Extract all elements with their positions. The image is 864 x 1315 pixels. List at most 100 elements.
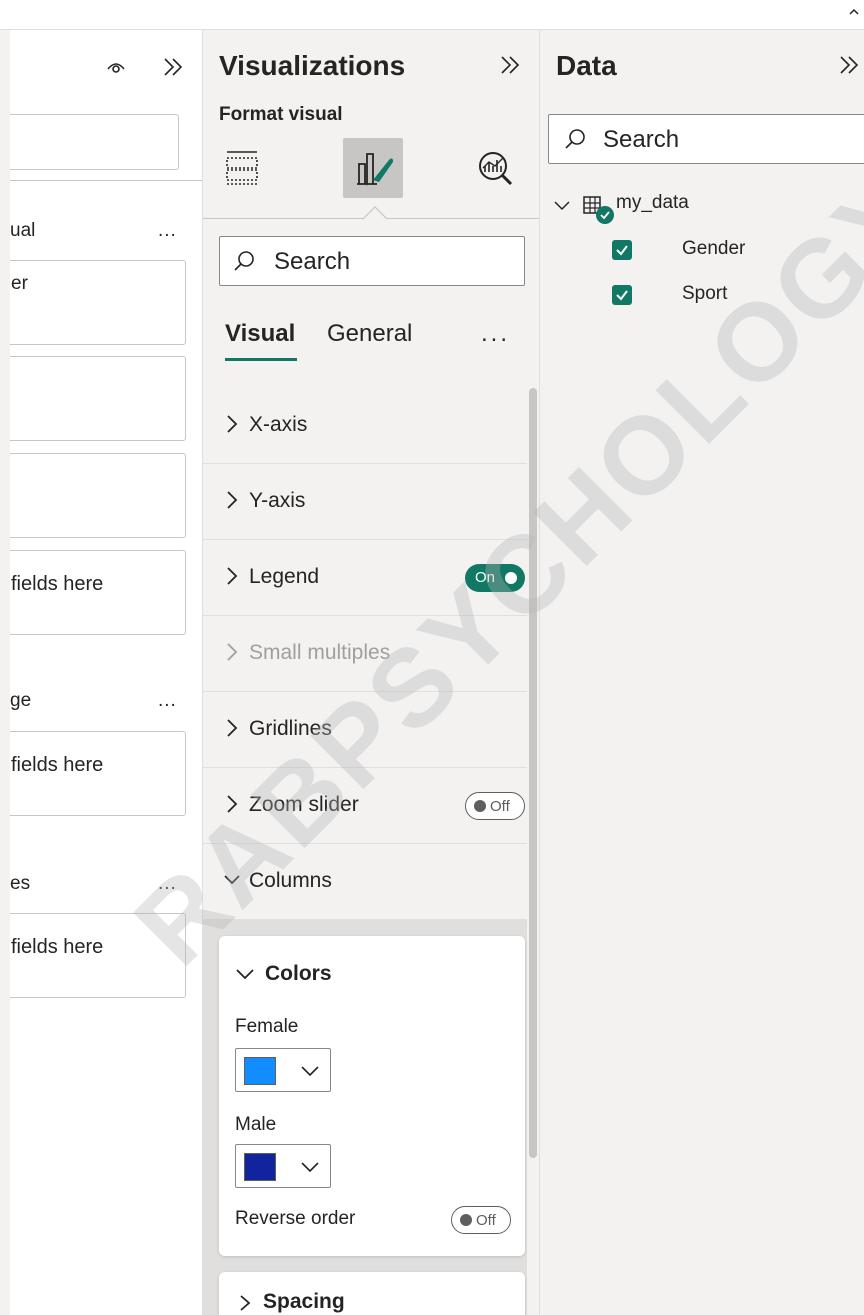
reverse-order-toggle[interactable]: Off bbox=[451, 1206, 511, 1234]
section-y-axis[interactable]: Y-axis bbox=[203, 464, 527, 540]
expand-pane-icon[interactable] bbox=[497, 52, 523, 78]
field-well[interactable] bbox=[10, 356, 186, 441]
tab-visual[interactable]: Visual bbox=[225, 320, 295, 348]
section-x-axis[interactable]: X-axis bbox=[203, 388, 527, 464]
divider bbox=[10, 180, 202, 181]
colors-title: Colors bbox=[265, 962, 332, 985]
scrollbar-thumb[interactable] bbox=[529, 388, 537, 1158]
field-well[interactable]: er bbox=[10, 260, 186, 345]
section-gridlines[interactable]: Gridlines bbox=[203, 692, 527, 768]
chevron-right-icon bbox=[227, 491, 238, 509]
top-bar bbox=[0, 0, 864, 30]
columns-section-body: Colors Female Male Reverse order Off Spa… bbox=[203, 920, 527, 1315]
section-label: X-axis bbox=[249, 413, 308, 436]
section-label: Y-axis bbox=[249, 489, 306, 512]
search-placeholder: Search bbox=[603, 126, 680, 153]
section-label: Legend bbox=[249, 565, 320, 588]
field-well-text: fields here bbox=[11, 573, 104, 595]
chevron-down-icon bbox=[301, 1162, 319, 1173]
left-search-input[interactable] bbox=[10, 114, 179, 170]
active-tab-indicator bbox=[225, 358, 297, 361]
toggle-state-text: Off bbox=[490, 798, 510, 815]
chevron-right-icon bbox=[227, 795, 238, 813]
build-visual-button[interactable] bbox=[215, 138, 275, 198]
eye-icon[interactable] bbox=[105, 56, 127, 78]
chevron-down-icon[interactable] bbox=[554, 200, 570, 212]
format-visual-button[interactable] bbox=[343, 138, 403, 198]
search-icon bbox=[234, 251, 254, 271]
format-search-input[interactable]: Search bbox=[219, 236, 525, 286]
spacing-label: Spacing bbox=[263, 1290, 345, 1313]
toggle-knob bbox=[474, 800, 486, 812]
chevron-right-icon bbox=[227, 719, 238, 737]
chevron-right-icon bbox=[240, 1295, 251, 1311]
toggle-state-text: On bbox=[475, 569, 496, 586]
visualizations-title: Visualizations bbox=[219, 50, 406, 81]
male-color-label: Male bbox=[235, 1114, 277, 1135]
section-legend[interactable]: Legend On bbox=[203, 540, 527, 616]
analytics-button[interactable] bbox=[465, 138, 525, 198]
tab-general[interactable]: General bbox=[327, 320, 412, 348]
legend-toggle[interactable]: On bbox=[465, 564, 525, 592]
field-well[interactable]: fields here bbox=[10, 731, 186, 816]
table-name: my_data bbox=[616, 192, 689, 213]
toggle-state-text: Off bbox=[476, 1212, 496, 1229]
field-well[interactable] bbox=[10, 453, 186, 538]
section-label: Columns bbox=[249, 869, 332, 892]
analytics-magnifier-icon bbox=[479, 152, 513, 186]
chevron-right-icon bbox=[227, 643, 238, 661]
colors-card: Colors Female Male Reverse order Off bbox=[219, 936, 525, 1256]
field-well[interactable]: fields here bbox=[10, 550, 186, 635]
field-well-text: er bbox=[11, 273, 28, 294]
tab-pointer-icon bbox=[363, 206, 387, 220]
well-label: ual bbox=[10, 220, 36, 241]
expand-pane-icon[interactable] bbox=[160, 54, 186, 80]
more-options-icon[interactable]: ... bbox=[158, 220, 177, 242]
chevron-right-icon bbox=[227, 415, 238, 433]
field-well-text: fields here bbox=[11, 936, 104, 958]
field-well-text: fields here bbox=[11, 754, 104, 776]
field-name: Sport bbox=[682, 283, 728, 304]
checkbox-checked-icon[interactable] bbox=[612, 285, 632, 305]
well-label: ge bbox=[10, 690, 32, 711]
more-options-icon[interactable]: ... bbox=[158, 690, 177, 712]
chevron-up-icon[interactable] bbox=[848, 6, 860, 18]
section-zoom-slider[interactable]: Zoom slider Off bbox=[203, 768, 527, 844]
section-label: Gridlines bbox=[249, 717, 332, 740]
build-fields-pane: ual ... er fields here ge ... fields her… bbox=[10, 30, 202, 1315]
chevron-right-icon bbox=[227, 567, 238, 585]
more-options-icon[interactable]: ... bbox=[158, 873, 177, 895]
format-tabs: Visual General ... bbox=[225, 320, 525, 364]
build-visual-icon bbox=[226, 151, 258, 185]
left-pane-header bbox=[10, 52, 202, 82]
paintbrush-chart-icon bbox=[357, 153, 393, 186]
field-well[interactable]: fields here bbox=[10, 913, 186, 998]
female-color-label: Female bbox=[235, 1016, 299, 1037]
section-label: Zoom slider bbox=[249, 793, 359, 816]
chevron-down-icon[interactable] bbox=[235, 966, 255, 982]
female-color-picker[interactable] bbox=[235, 1048, 331, 1092]
data-title: Data bbox=[556, 50, 617, 81]
visualizations-pane: Visualizations Format visual Search Visu… bbox=[202, 30, 540, 1315]
checkbox-checked-icon[interactable] bbox=[612, 240, 632, 260]
expand-pane-icon[interactable] bbox=[836, 52, 862, 78]
data-search-input[interactable]: Search bbox=[548, 114, 864, 164]
color-swatch bbox=[244, 1153, 276, 1181]
toggle-knob bbox=[460, 1214, 472, 1226]
section-columns[interactable]: Columns bbox=[203, 844, 527, 920]
section-label: Small multiples bbox=[249, 641, 391, 664]
section-small-multiples[interactable]: Small multiples bbox=[203, 616, 527, 692]
toggle-knob bbox=[505, 572, 517, 584]
data-pane: Data Search my_data Gender Sport bbox=[540, 30, 864, 1315]
more-options-icon[interactable]: ... bbox=[481, 320, 510, 348]
search-icon bbox=[565, 129, 585, 149]
well-label: es bbox=[10, 873, 31, 894]
field-name: Gender bbox=[682, 238, 746, 259]
male-color-picker[interactable] bbox=[235, 1144, 331, 1188]
reverse-order-label: Reverse order bbox=[235, 1208, 356, 1229]
format-visual-label: Format visual bbox=[219, 104, 343, 125]
chevron-down-icon bbox=[224, 875, 240, 885]
zoom-slider-toggle[interactable]: Off bbox=[465, 792, 525, 820]
color-swatch bbox=[244, 1057, 276, 1085]
spacing-card[interactable]: Spacing bbox=[219, 1272, 525, 1315]
